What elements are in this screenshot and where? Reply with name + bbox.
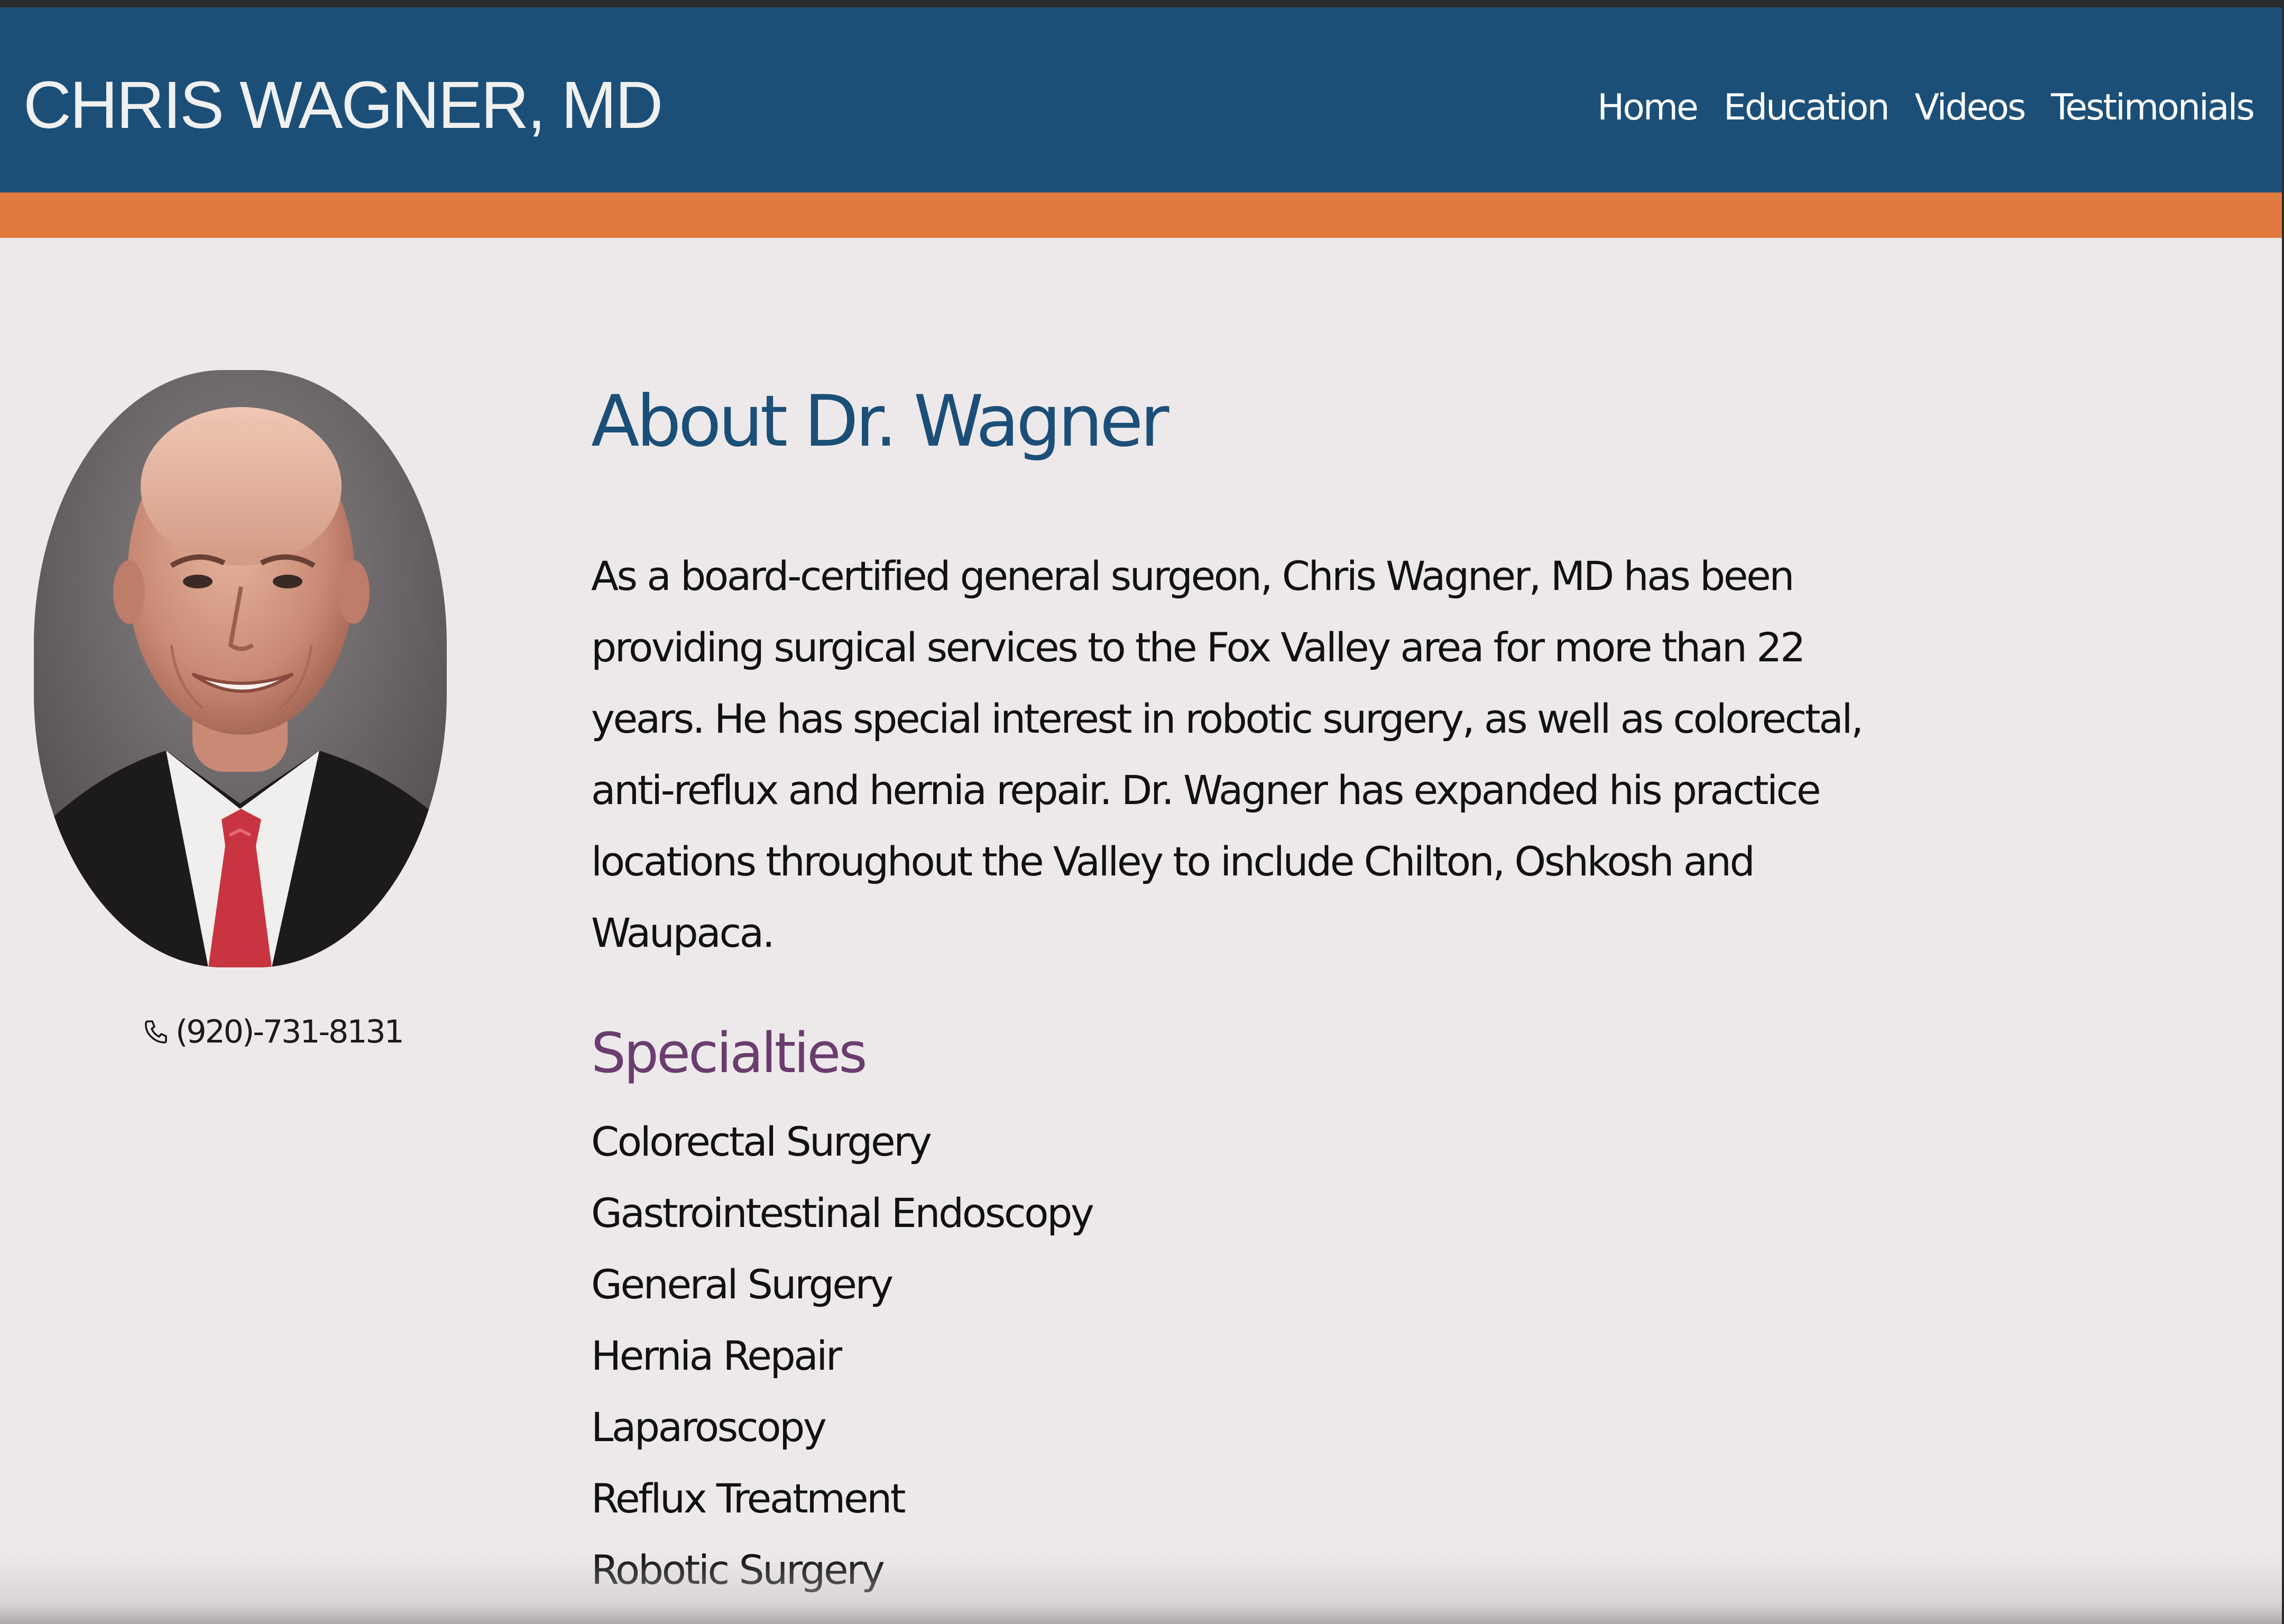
about-paragraph: As a board-certified general surgeon, Ch… <box>591 552 1864 956</box>
specialties-list: Colorectal Surgery Gastrointestinal Endo… <box>591 1106 1094 1605</box>
specialty-item: Laparoscopy <box>591 1404 827 1451</box>
doctor-portrait <box>34 370 447 967</box>
site-header: CHRIS WAGNER, MD Home Education Videos T… <box>0 7 2282 192</box>
phone-contact[interactable]: (920)-731-8131 <box>143 1007 404 1057</box>
phone-icon <box>143 1018 168 1046</box>
browser-right-edge <box>2282 7 2284 1624</box>
page: CHRIS WAGNER, MD Home Education Videos T… <box>0 0 2284 1624</box>
accent-bar <box>0 192 2282 238</box>
specialty-item: Reflux Treatment <box>591 1475 906 1522</box>
nav-home[interactable]: Home <box>1597 81 1699 134</box>
site-brand[interactable]: CHRIS WAGNER, MD <box>23 66 663 145</box>
portrait-image <box>34 370 447 967</box>
browser-top-edge <box>0 0 2284 7</box>
specialty-item: Colorectal Surgery <box>591 1118 932 1165</box>
specialties-heading: Specialties <box>591 1021 868 1085</box>
nav-testimonials[interactable]: Testimonials <box>2051 81 2255 134</box>
main-nav: Home Education Videos Testimonials <box>1597 81 2255 134</box>
specialty-item: General Surgery <box>591 1261 894 1308</box>
specialty-item: Gastrointestinal Endoscopy <box>591 1189 1094 1237</box>
nav-videos[interactable]: Videos <box>1914 81 2026 134</box>
about-heading: About Dr. Wagner <box>591 380 1169 463</box>
specialty-item: Hernia Repair <box>591 1332 842 1379</box>
nav-education[interactable]: Education <box>1724 81 1890 134</box>
specialty-item: Robotic Surgery <box>591 1546 885 1593</box>
phone-number[interactable]: (920)-731-8131 <box>176 1007 404 1057</box>
